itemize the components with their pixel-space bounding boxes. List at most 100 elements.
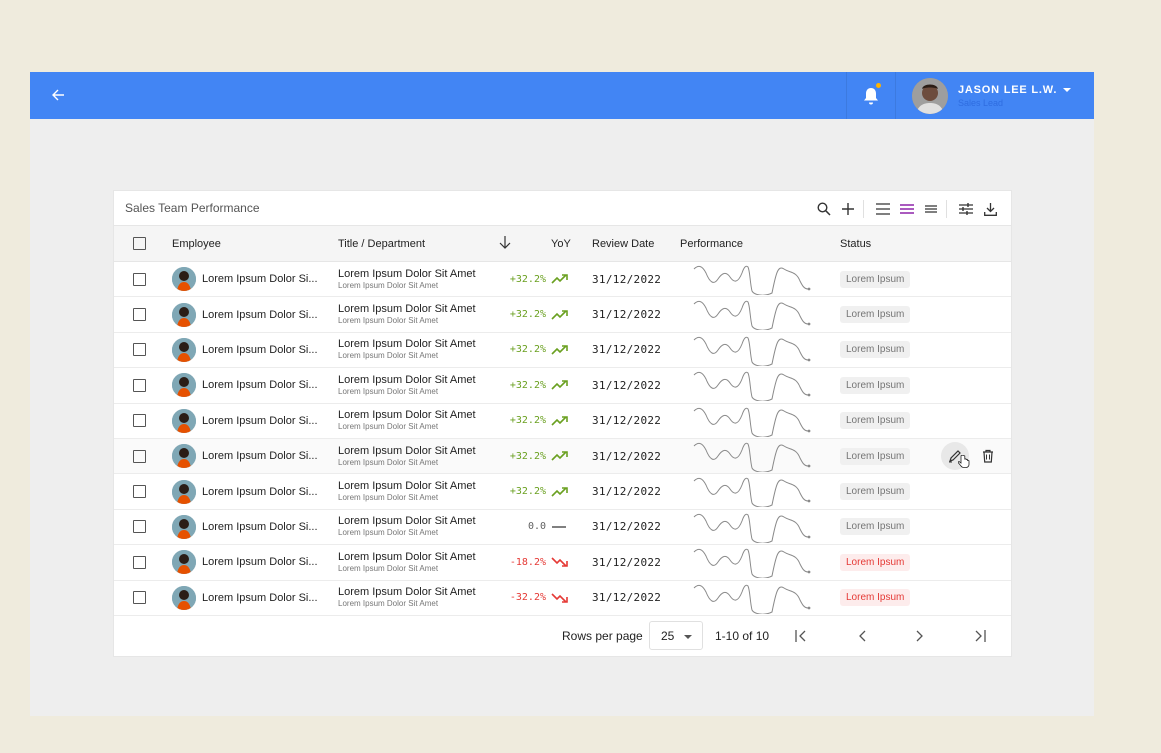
density-comfortable-icon[interactable] <box>873 199 893 219</box>
employee-name: Lorem Ipsum Dolor Si... <box>202 450 318 463</box>
status-badge: Lorem Ipsum <box>840 447 911 465</box>
sort-arrow-icon[interactable] <box>499 236 511 252</box>
performance-sparkline <box>693 513 811 543</box>
table-row[interactable]: Lorem Ipsum Dolor Si... Lorem Ipsum Dolor… <box>114 262 1011 298</box>
yoy-value: -32.2% <box>509 592 546 604</box>
employee-name: Lorem Ipsum Dolor Si... <box>202 591 318 604</box>
trend-up-icon <box>551 309 568 320</box>
trend-up-icon <box>551 274 568 284</box>
select-all-checkbox[interactable] <box>133 237 146 250</box>
header-review-date[interactable]: Review Date <box>592 238 654 250</box>
performance-sparkline <box>693 584 811 614</box>
review-date: 31/12/2022 <box>592 308 662 322</box>
user-avatar <box>912 77 948 114</box>
title-cell: Lorem Ipsum Dolor Sit Amet Lorem Ipsum Do… <box>338 551 476 574</box>
header-yoy[interactable]: YoY <box>551 238 571 250</box>
title-cell: Lorem Ipsum Dolor Sit Amet Lorem Ipsum Do… <box>338 303 476 326</box>
table-row[interactable]: Lorem Ipsum Dolor Si... Lorem Ipsum Dolor… <box>114 297 1011 333</box>
department: Lorem Ipsum Dolor Sit Amet <box>338 351 439 361</box>
row-checkbox[interactable] <box>133 414 146 428</box>
status-badge: Lorem Ipsum <box>840 341 911 359</box>
row-checkbox[interactable] <box>133 272 146 286</box>
download-icon[interactable] <box>980 199 1000 219</box>
title-cell: Lorem Ipsum Dolor Sit Amet Lorem Ipsum Do… <box>338 480 476 503</box>
rows-per-page-value: 25 <box>661 628 675 643</box>
header-performance[interactable]: Performance <box>680 238 743 250</box>
trend-flat-icon <box>552 526 566 528</box>
employee-name: Lorem Ipsum Dolor Si... <box>202 520 318 533</box>
table-body: Lorem Ipsum Dolor Si... Lorem Ipsum Dolor… <box>114 262 1011 616</box>
header-employee[interactable]: Employee <box>172 238 221 250</box>
edit-icon[interactable] <box>941 441 970 470</box>
table-row[interactable]: Lorem Ipsum Dolor Si... Lorem Ipsum Dolor… <box>114 368 1011 404</box>
title-cell: Lorem Ipsum Dolor Sit Amet Lorem Ipsum Do… <box>338 515 476 538</box>
employee-name: Lorem Ipsum Dolor Si... <box>202 414 318 427</box>
row-checkbox[interactable] <box>133 308 146 322</box>
search-icon[interactable] <box>814 199 834 219</box>
trend-down-icon <box>551 593 568 603</box>
row-checkbox[interactable] <box>133 485 146 499</box>
next-page-icon[interactable] <box>911 627 929 645</box>
status-badge: Lorem Ipsum <box>840 270 911 288</box>
row-checkbox[interactable] <box>133 520 146 534</box>
filter-icon[interactable] <box>956 199 976 219</box>
row-checkbox[interactable] <box>133 449 146 463</box>
first-page-icon[interactable] <box>793 627 811 645</box>
notifications-button[interactable] <box>846 72 896 119</box>
rows-per-page-select[interactable]: 25 <box>649 621 703 650</box>
yoy-value: +32.2% <box>509 450 546 462</box>
status-badge: Lorem Ipsum <box>840 412 911 430</box>
avatar <box>172 408 196 433</box>
table-row[interactable]: Lorem Ipsum Dolor Si... Lorem Ipsum Dolor… <box>114 404 1011 439</box>
row-actions <box>941 441 1000 470</box>
department: Lorem Ipsum Dolor Sit Amet <box>338 422 439 432</box>
performance-sparkline <box>693 265 811 295</box>
table-row[interactable]: Lorem Ipsum Dolor Si... Lorem Ipsum Dolor… <box>114 581 1011 616</box>
employee-name: Lorem Ipsum Dolor Si... <box>202 485 318 498</box>
yoy-value: +32.2% <box>509 309 546 321</box>
pagination-range: 1-10 of 10 <box>715 629 770 643</box>
avatar <box>172 514 196 539</box>
header-status[interactable]: Status <box>840 238 871 250</box>
row-checkbox[interactable] <box>133 555 146 569</box>
employee-cell: Lorem Ipsum Dolor Si... <box>172 585 318 610</box>
department: Lorem Ipsum Dolor Sit Amet <box>338 599 439 609</box>
job-title: Lorem Ipsum Dolor Sit Amet <box>338 338 476 351</box>
row-checkbox[interactable] <box>133 591 146 605</box>
toolbar-divider <box>946 200 947 218</box>
data-table-card: Sales Team Performance Employee Title / … <box>113 190 1012 657</box>
status-badge: Lorem Ipsum <box>840 306 911 324</box>
header-title-department[interactable]: Title / Department <box>338 238 425 250</box>
title-cell: Lorem Ipsum Dolor Sit Amet Lorem Ipsum Do… <box>338 338 476 361</box>
performance-sparkline <box>693 548 811 579</box>
row-checkbox[interactable] <box>133 378 146 392</box>
delete-icon[interactable] <box>976 444 1000 468</box>
trend-up-icon <box>551 486 568 497</box>
employee-name: Lorem Ipsum Dolor Si... <box>202 273 318 286</box>
status-badge: Lorem Ipsum <box>840 483 911 501</box>
density-compact-icon[interactable] <box>921 199 941 219</box>
title-cell: Lorem Ipsum Dolor Sit Amet Lorem Ipsum Do… <box>338 445 476 468</box>
review-date: 31/12/2022 <box>592 555 662 569</box>
yoy-value: 0.0 <box>527 521 546 533</box>
performance-sparkline <box>693 407 811 437</box>
trend-up-icon <box>551 451 568 461</box>
review-date: 31/12/2022 <box>592 378 662 392</box>
employee-cell: Lorem Ipsum Dolor Si... <box>172 408 318 433</box>
table-row[interactable]: Lorem Ipsum Dolor Si... Lorem Ipsum Dolor… <box>114 333 1011 369</box>
table-row[interactable]: Lorem Ipsum Dolor Si... Lorem Ipsum Dolor… <box>114 474 1011 510</box>
prev-page-icon[interactable] <box>853 627 871 645</box>
user-menu[interactable]: JASON LEE L.W. Sales Lead <box>912 77 1072 114</box>
employee-cell: Lorem Ipsum Dolor Si... <box>172 337 318 362</box>
table-row[interactable]: Lorem Ipsum Dolor Si... Lorem Ipsum Dolor… <box>114 438 1011 475</box>
table-row[interactable]: Lorem Ipsum Dolor Si... Lorem Ipsum Dolor… <box>114 510 1011 546</box>
avatar <box>172 302 196 327</box>
last-page-icon[interactable] <box>970 627 988 645</box>
table-row[interactable]: Lorem Ipsum Dolor Si... Lorem Ipsum Dolor… <box>114 545 1011 581</box>
review-date: 31/12/2022 <box>592 520 662 534</box>
row-checkbox[interactable] <box>133 343 146 357</box>
plus-icon[interactable] <box>838 199 858 219</box>
density-standard-icon[interactable] <box>897 199 917 219</box>
back-arrow-icon[interactable] <box>48 85 68 105</box>
status-badge: Lorem Ipsum <box>840 518 911 536</box>
